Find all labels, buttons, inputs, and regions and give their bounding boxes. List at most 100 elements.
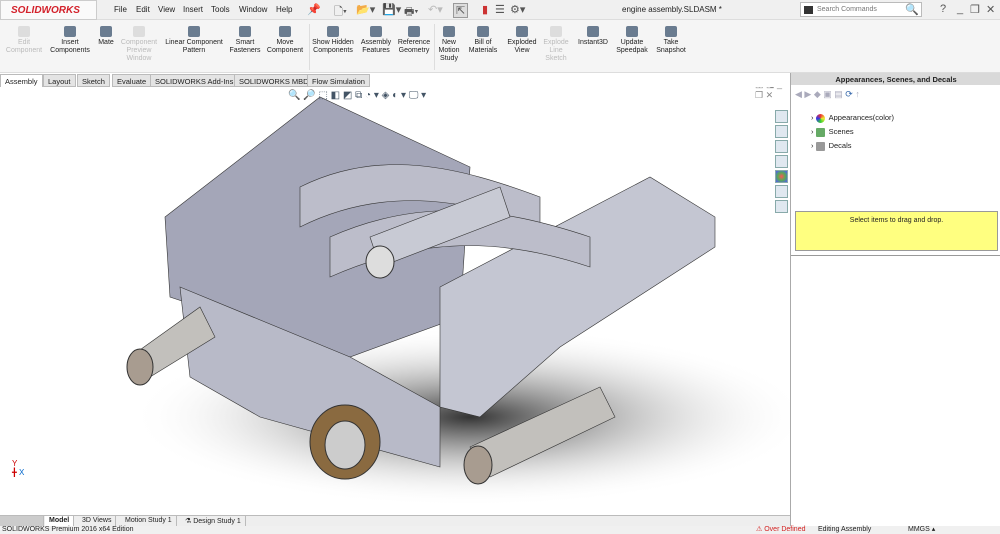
take-snapshot-button[interactable]: Take Snapshot <box>653 26 689 55</box>
tree-item-scenes[interactable]: › Scenes <box>811 127 854 137</box>
engine-model[interactable] <box>0 87 790 515</box>
smart-fasteners-button[interactable]: Smart Fasteners <box>228 26 262 55</box>
explode-line-sketch-button[interactable]: Explode Line Sketch <box>541 26 571 63</box>
status-bar: SOLIDWORKS Premium 2016 x64 Edition ⚠ Ov… <box>0 526 1000 534</box>
forum-icon[interactable] <box>775 200 788 213</box>
exploded-view-button[interactable]: Exploded View <box>504 26 540 55</box>
open-icon[interactable]: 📂▾ <box>356 3 375 16</box>
bill-of-materials-button[interactable]: Bill of Materials <box>466 26 500 55</box>
pattern-icon <box>188 26 200 37</box>
mate-icon <box>100 26 112 37</box>
tab-layout[interactable]: Layout <box>43 74 76 87</box>
restore-icon[interactable]: ❐ <box>970 3 980 16</box>
throttle-body <box>365 245 395 279</box>
document-title: engine assembly.SLDASM * <box>622 5 722 14</box>
over-defined-status[interactable]: ⚠ Over Defined <box>756 526 805 534</box>
file-properties-icon[interactable]: ☰ <box>495 3 505 16</box>
menu-view[interactable]: View <box>158 5 175 14</box>
preview-window-icon <box>133 26 145 37</box>
tab-sketch[interactable]: Sketch <box>77 74 110 87</box>
options-gear-icon[interactable]: ⚙▾ <box>510 3 525 16</box>
menu-insert[interactable]: Insert <box>183 5 203 14</box>
file-explorer-icon[interactable] <box>775 140 788 153</box>
units-selector[interactable]: MMGS ▴ <box>908 526 935 534</box>
menu-file[interactable]: File <box>114 5 127 14</box>
panel-toolbar[interactable]: ◀ ▶ ◆ ▣ ▤ ⟳ ↑ <box>795 89 860 100</box>
design-library-icon[interactable] <box>775 125 788 138</box>
appearances-icon <box>815 113 825 123</box>
menu-help[interactable]: Help <box>276 5 292 14</box>
new-motion-study-button[interactable]: New Motion Study <box>436 26 462 63</box>
decals-icon <box>815 141 825 151</box>
search-commands-input[interactable]: Search Commands <box>800 2 922 17</box>
linear-component-pattern-button[interactable]: Linear Component Pattern <box>162 26 226 55</box>
smart-fasteners-icon <box>239 26 251 37</box>
help-icon[interactable]: ? <box>940 3 946 15</box>
solidworks-logo[interactable]: SOLIDWORKS <box>0 0 97 20</box>
move-component-icon <box>279 26 291 37</box>
crank-hub <box>324 420 366 470</box>
custom-properties-icon[interactable] <box>775 185 788 198</box>
exhaust-outlet <box>126 348 154 386</box>
rebuild-icon[interactable]: ▮ <box>482 3 488 16</box>
bottom-tabs: Model 3D Views Motion Study 1 ⚗ Design S… <box>0 515 790 527</box>
menu-edit[interactable]: Edit <box>136 5 150 14</box>
graphics-area[interactable]: 🔍 🔎 ⬚ ◧ ◩ ⧉ ◔ ▾ ◈ ◐ ▾ 🖵 ▾ ◫ ◨ _ ❐ ✕ Y╋ X <box>0 87 790 515</box>
drop-zone[interactable]: Select items to drag and drop. <box>795 211 998 251</box>
assembly-features-icon <box>370 26 382 37</box>
camera-icon <box>665 26 677 37</box>
mate-button[interactable]: Mate <box>95 26 117 47</box>
edition-text: SOLIDWORKS Premium 2016 x64 Edition <box>2 526 134 533</box>
menu-window[interactable]: Window <box>239 5 267 14</box>
heads-up-view-toolbar[interactable]: 🔍 🔎 ⬚ ◧ ◩ ⧉ ◔ ▾ ◈ ◐ ▾ 🖵 ▾ <box>288 90 426 101</box>
tab-mbd[interactable]: SOLIDWORKS MBD <box>234 74 314 87</box>
insert-components-icon <box>64 26 76 37</box>
home-icon[interactable] <box>775 110 788 123</box>
exploded-view-icon <box>516 26 528 37</box>
motion-study-icon <box>443 26 455 37</box>
triad-axes-icon: Y ╋ X <box>12 459 25 477</box>
viewport-window-controls[interactable]: ◫ ◨ _ ❐ ✕ <box>755 87 790 101</box>
tab-assembly[interactable]: Assembly <box>0 74 43 87</box>
edit-component-icon <box>18 26 30 37</box>
reference-geometry-icon <box>408 26 420 37</box>
select-icon[interactable]: ⇱ <box>453 3 469 18</box>
menu-tools[interactable]: Tools <box>211 5 230 14</box>
tree-item-decals[interactable]: › Decals <box>811 141 852 151</box>
update-speedpak-button[interactable]: Update Speedpak <box>614 26 650 55</box>
task-pane: Appearances, Scenes, and Decals ◀ ▶ ◆ ▣ … <box>790 73 1000 526</box>
edit-component-button[interactable]: Edit Component <box>4 26 44 55</box>
speedpak-icon <box>626 26 638 37</box>
reference-geometry-button[interactable]: Reference Geometry <box>396 26 432 55</box>
show-hidden-icon <box>327 26 339 37</box>
scenes-icon <box>815 127 825 137</box>
search-icon[interactable]: 🔍 <box>905 3 919 16</box>
close-icon[interactable]: ✕ <box>986 3 995 16</box>
bom-icon <box>477 26 489 37</box>
appearances-icon[interactable] <box>775 170 788 183</box>
exhaust-outlet <box>463 445 493 485</box>
ribbon-divider <box>434 24 435 70</box>
tab-flow-simulation[interactable]: Flow Simulation <box>307 74 370 87</box>
splitter-handle[interactable] <box>791 255 1000 258</box>
minimize-icon[interactable]: _ <box>957 3 963 15</box>
insert-components-button[interactable]: Insert Components <box>48 26 92 55</box>
tree-item-appearances[interactable]: › Appearances(color) <box>811 113 894 123</box>
save-icon[interactable]: 💾▾ <box>382 3 401 16</box>
show-hidden-components-button[interactable]: Show Hidden Components <box>311 26 355 55</box>
move-component-button[interactable]: Move Component <box>264 26 306 55</box>
view-palette-icon[interactable] <box>775 155 788 168</box>
undo-icon[interactable]: ↶▾ <box>428 3 443 16</box>
design-study-icon: ⚗ <box>185 518 194 525</box>
editing-mode: Editing Assembly <box>818 526 872 533</box>
panel-title: Appearances, Scenes, and Decals <box>791 73 1000 85</box>
command-manager: Edit Component Insert Components Mate Co… <box>0 20 1000 73</box>
ribbon-divider <box>309 24 310 70</box>
tab-evaluate[interactable]: Evaluate <box>112 74 152 87</box>
component-preview-window-button[interactable]: Component Preview Window <box>118 26 160 63</box>
pin-icon[interactable]: 📌 <box>307 3 321 16</box>
assembly-features-button[interactable]: Assembly Features <box>359 26 393 55</box>
title-bar: SOLIDWORKS File Edit View Insert Tools W… <box>0 0 1000 20</box>
instant3d-button[interactable]: Instant3D <box>575 26 611 47</box>
tab-addins[interactable]: SOLIDWORKS Add-Ins <box>150 74 239 87</box>
